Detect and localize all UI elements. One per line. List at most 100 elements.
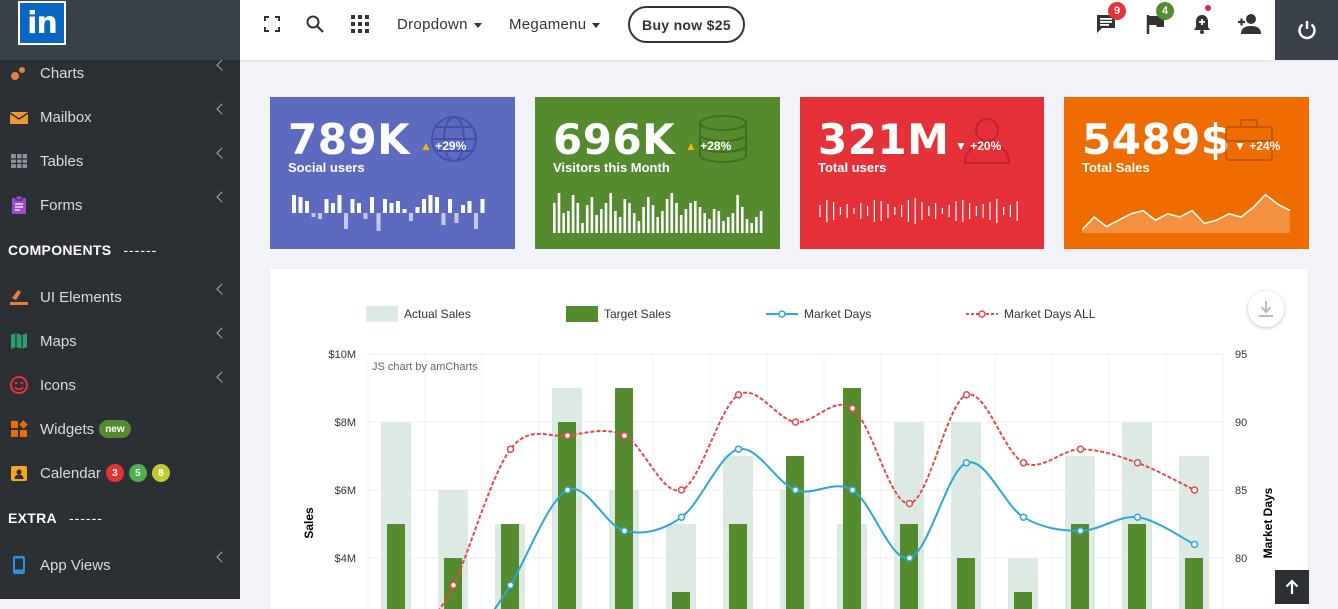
target-sales-bar — [672, 592, 690, 609]
target-sales-bar — [1185, 558, 1203, 609]
market-days-point — [1019, 513, 1028, 521]
market-days-point — [791, 486, 800, 494]
y2-axis-title: Market Days — [1261, 487, 1275, 558]
spark-bar — [441, 213, 446, 225]
spark-bar — [376, 213, 381, 231]
spark-bar — [642, 207, 645, 233]
sidebar-item-mailbox[interactable]: Mailbox — [0, 97, 240, 137]
sidebar-item-ui-elements[interactable]: UI Elements — [0, 277, 240, 317]
market-days-all-point — [1019, 459, 1028, 467]
stat-card-visitors: 696K Visitors this Month ▲ +28% — [535, 97, 780, 249]
sidebar-item-label: Charts — [40, 64, 85, 82]
market-days-all-point — [848, 404, 857, 413]
spark-bar — [661, 211, 664, 233]
stat-value: 5489$ — [1082, 115, 1231, 164]
spark-bar — [422, 199, 426, 213]
market-days-all-point — [905, 499, 914, 508]
flags-badge: 4 — [1156, 2, 1174, 20]
target-sales-bar — [729, 524, 747, 609]
sidebar-item-calendar[interactable]: Calendar 3 5 8 — [0, 453, 240, 493]
spark-bar — [557, 193, 561, 233]
spark-bar — [415, 207, 420, 213]
dropdown-menu[interactable]: Dropdown — [397, 16, 482, 33]
spark-bar — [712, 209, 716, 233]
spark-bar — [585, 205, 589, 233]
market-days-point — [1133, 513, 1142, 521]
spark-bar — [298, 197, 303, 213]
sidebar-item-icons[interactable]: Icons — [0, 365, 240, 405]
spark-bar — [590, 197, 594, 233]
charts-icon — [9, 63, 29, 83]
sidebar-item-app-views[interactable]: App Views — [0, 545, 240, 585]
components-heading: COMPONENTS ------ — [8, 242, 158, 258]
calendar-badge-red: 3 — [105, 464, 124, 482]
spark-bar — [571, 195, 575, 233]
spark-bar — [467, 201, 472, 213]
sidebar: Charts Mailbox Tables Forms COMPONENTS --… — [0, 59, 240, 599]
market-days-all-point — [734, 391, 743, 399]
fullscreen-icon[interactable] — [262, 14, 282, 34]
linkedin-logo[interactable]: in — [18, 1, 66, 45]
sidebar-item-forms[interactable]: Forms — [0, 185, 240, 225]
spark-bar — [755, 217, 758, 233]
spark-bar — [389, 203, 394, 213]
sparkline-chart — [819, 198, 1018, 224]
chevron-left-icon — [216, 551, 228, 563]
spark-bar — [726, 217, 730, 233]
chevron-left-icon — [216, 191, 228, 203]
app-views-icon — [9, 555, 29, 575]
search-icon[interactable] — [305, 14, 325, 34]
spark-bar — [703, 213, 706, 233]
sidebar-item-maps[interactable]: Maps — [0, 321, 240, 361]
spark-bar — [567, 211, 570, 233]
calendar-badge-green: 5 — [128, 464, 147, 482]
spark-bar — [402, 209, 407, 213]
mailbox-icon — [9, 107, 29, 127]
spark-bar — [604, 203, 608, 233]
spark-bar — [628, 203, 631, 233]
spark-bar — [647, 197, 650, 233]
spark-bar — [609, 193, 612, 233]
market-days-point — [905, 554, 914, 562]
add-user-icon[interactable] — [1236, 13, 1262, 35]
spark-bar — [324, 199, 329, 213]
spark-bar — [350, 199, 355, 213]
dropdown-label: Dropdown — [397, 16, 468, 33]
y2-tick-label: 90 — [1235, 417, 1247, 429]
spark-bar — [684, 209, 688, 233]
market-days-point — [563, 486, 572, 494]
notification-bell-icon[interactable] — [1191, 13, 1213, 35]
stat-delta: ▼ +20% — [955, 139, 1002, 153]
new-badge: new — [99, 420, 131, 438]
trend-up-icon: ▲ — [685, 139, 697, 153]
spark-bar — [357, 203, 361, 213]
megamenu[interactable]: Megamenu — [509, 16, 601, 33]
y-tick-label: $10M — [328, 349, 356, 361]
calendar-badge-yellow: 8 — [151, 464, 170, 482]
market-days-point — [734, 445, 743, 453]
spark-bar — [562, 213, 565, 233]
spark-bar — [675, 203, 678, 233]
spark-bar — [428, 195, 433, 213]
power-icon — [1297, 21, 1316, 40]
sidebar-item-tables[interactable]: Tables — [0, 141, 240, 181]
y-tick-label: $8M — [335, 417, 356, 429]
buy-now-button[interactable]: Buy now $25 — [628, 6, 745, 43]
power-button[interactable] — [1275, 0, 1338, 60]
market-days-point — [848, 486, 857, 494]
spark-bar — [750, 223, 753, 233]
chart-credit: JS chart by amCharts — [372, 361, 478, 373]
apps-grid-icon[interactable] — [350, 14, 370, 34]
sidebar-item-widgets[interactable]: Widgets new — [0, 409, 240, 449]
spark-bar — [708, 219, 711, 233]
target-sales-bar — [957, 558, 975, 609]
sidebar-item-label: Icons — [40, 376, 76, 394]
spark-bar — [689, 203, 692, 233]
spark-bar — [618, 217, 622, 233]
widgets-icon — [9, 419, 29, 439]
market-days-all-point — [677, 486, 686, 494]
target-sales-bar — [558, 422, 576, 609]
messages-badge: 9 — [1108, 2, 1126, 20]
spark-bar — [576, 203, 580, 233]
brand-area: in — [0, 0, 240, 60]
